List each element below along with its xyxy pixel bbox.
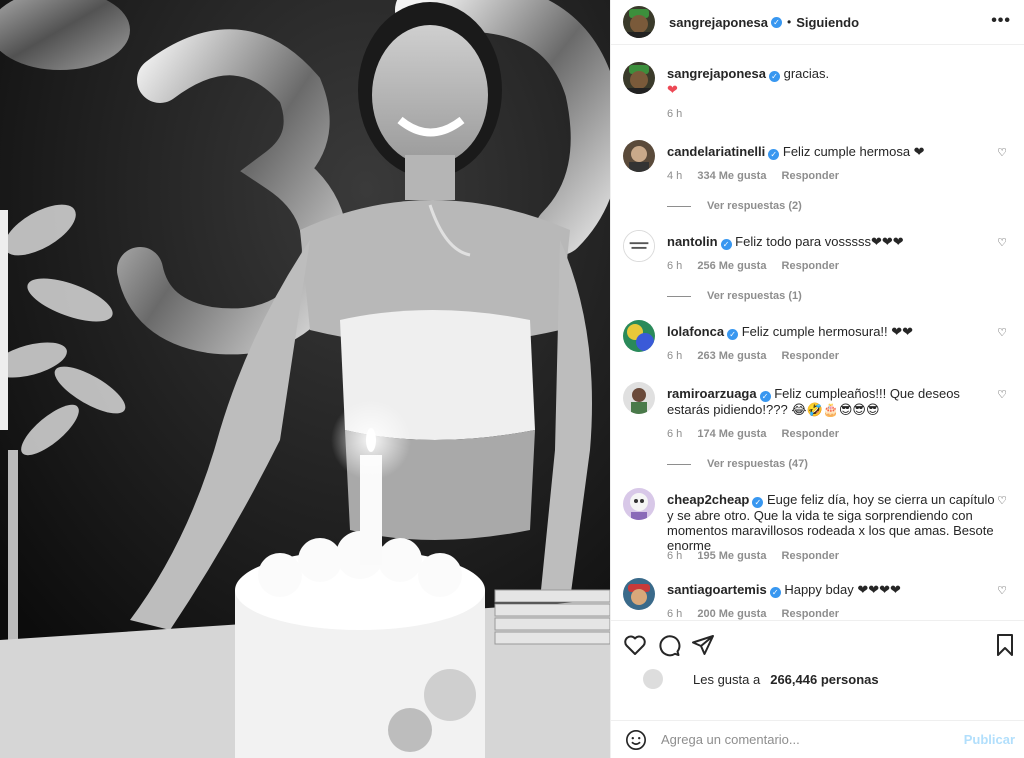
- avatar[interactable]: [623, 382, 655, 414]
- comment-likes[interactable]: 195 Me gusta: [697, 550, 766, 562]
- verified-icon: ✓: [771, 16, 782, 28]
- comment-meta: 6 h 256 Me gusta Responder: [667, 260, 851, 272]
- comment-likes[interactable]: 334 Me gusta: [697, 170, 766, 182]
- comment-body: santiagoartemis ✓ Happy bday ❤❤❤❤: [667, 582, 997, 598]
- birthday-photo-image: [0, 0, 610, 758]
- emoji-smiley-icon[interactable]: [625, 729, 647, 751]
- view-replies-button[interactable]: Ver respuestas (47): [667, 458, 808, 470]
- comment-time[interactable]: 6 h: [667, 608, 682, 620]
- comment-text: Happy bday ❤❤❤❤: [784, 582, 901, 597]
- like-comment-icon[interactable]: ♡: [997, 494, 1007, 507]
- caption-meta: 6 h: [667, 108, 694, 120]
- avatar[interactable]: [623, 578, 655, 610]
- comment-likes[interactable]: 200 Me gusta: [697, 608, 766, 620]
- comment-username[interactable]: cheap2cheap: [667, 492, 749, 507]
- comment-body: lolafonca ✓ Feliz cumple hermosura!! ❤❤: [667, 324, 997, 340]
- like-comment-icon[interactable]: ♡: [997, 146, 1007, 159]
- reply-button[interactable]: Responder: [782, 608, 839, 620]
- replies-line: [667, 205, 691, 207]
- comment-text: Feliz todo para vosssss❤❤❤: [735, 234, 904, 249]
- more-options-icon[interactable]: •••: [991, 12, 1011, 30]
- comment-username[interactable]: ramiroarzuaga: [667, 386, 757, 401]
- replies-line: [667, 295, 691, 297]
- verified-icon: ✓: [759, 391, 771, 402]
- add-comment-bar: Publicar: [611, 720, 1024, 758]
- avatar[interactable]: [623, 140, 655, 172]
- replies-line: [667, 463, 691, 465]
- comment-meta: 6 h 174 Me gusta Responder: [667, 428, 851, 440]
- avatar[interactable]: [623, 6, 655, 38]
- like-heart-icon[interactable]: [623, 633, 647, 657]
- heart-emoji: ❤: [667, 82, 678, 97]
- caption-text: gracias.: [783, 66, 830, 81]
- comment-meta: 6 h 263 Me gusta Responder: [667, 350, 851, 362]
- likes-count[interactable]: 266,446 personas: [770, 672, 878, 687]
- verified-icon: ✓: [752, 497, 764, 508]
- caption-time[interactable]: 6 h: [667, 108, 682, 120]
- publish-button[interactable]: Publicar: [964, 732, 1015, 747]
- verified-icon: ✓: [769, 587, 781, 598]
- view-replies-label: Ver respuestas (2): [707, 200, 802, 212]
- comment-time[interactable]: 6 h: [667, 550, 682, 562]
- comment-text: Feliz cumple hermosura!! ❤❤: [741, 324, 914, 339]
- comment-likes[interactable]: 174 Me gusta: [697, 428, 766, 440]
- comment-body: cheap2cheap ✓ Euge feliz día, hoy se cier…: [667, 492, 997, 553]
- view-replies-label: Ver respuestas (1): [707, 290, 802, 302]
- verified-icon: ✓: [769, 71, 780, 82]
- comment-time[interactable]: 6 h: [667, 428, 682, 440]
- comment-body: ramiroarzuaga ✓ Feliz cumpleaños!!! Que d…: [667, 386, 997, 417]
- comment-meta: 6 h 200 Me gusta Responder: [667, 608, 851, 620]
- like-comment-icon[interactable]: ♡: [997, 236, 1007, 249]
- comment-likes[interactable]: 256 Me gusta: [697, 260, 766, 272]
- verified-icon: ✓: [720, 239, 732, 250]
- comment-body: nantolin ✓ Feliz todo para vosssss❤❤❤: [667, 234, 997, 250]
- share-send-icon[interactable]: [691, 633, 715, 657]
- verified-icon: ✓: [727, 329, 739, 340]
- avatar[interactable]: [623, 62, 655, 94]
- post-author-username[interactable]: sangrejaponesa: [669, 15, 768, 30]
- comment-input[interactable]: [661, 732, 951, 747]
- separator-dot: •: [787, 15, 792, 29]
- comment-time[interactable]: 6 h: [667, 350, 682, 362]
- comment-username[interactable]: nantolin: [667, 234, 718, 249]
- comment-bubble-icon[interactable]: [657, 633, 681, 657]
- post-actions: Les gusta a 266,446 personas: [611, 620, 1024, 714]
- likes-label: Les gusta a: [693, 671, 761, 687]
- like-comment-icon[interactable]: ♡: [997, 326, 1007, 339]
- liker-avatar: [643, 669, 663, 689]
- reply-button[interactable]: Responder: [782, 428, 839, 440]
- caption-body: sangrejaponesa ✓ gracias. ❤: [667, 66, 997, 97]
- like-comment-icon[interactable]: ♡: [997, 388, 1007, 401]
- view-replies-label: Ver respuestas (47): [707, 458, 808, 470]
- reply-button[interactable]: Responder: [782, 550, 839, 562]
- caption-username[interactable]: sangrejaponesa: [667, 66, 766, 81]
- verified-icon: ✓: [768, 149, 780, 160]
- post-photo[interactable]: [0, 0, 610, 758]
- reply-button[interactable]: Responder: [782, 260, 839, 272]
- comment-meta: 6 h 195 Me gusta Responder: [667, 550, 851, 562]
- avatar[interactable]: [623, 488, 655, 520]
- view-replies-button[interactable]: Ver respuestas (1): [667, 290, 802, 302]
- comment-body: candelariatinelli ✓ Feliz cumple hermosa …: [667, 144, 997, 160]
- like-comment-icon[interactable]: ♡: [997, 584, 1007, 597]
- comment-text: Feliz cumple hermosa ❤: [782, 144, 925, 159]
- post-header: sangrejaponesa ✓ • Siguiendo •••: [611, 0, 1024, 45]
- comment-username[interactable]: santiagoartemis: [667, 582, 767, 597]
- likes-summary[interactable]: Les gusta a 266,446 personas: [643, 669, 879, 689]
- reply-button[interactable]: Responder: [782, 170, 839, 182]
- comment-likes[interactable]: 263 Me gusta: [697, 350, 766, 362]
- save-bookmark-icon[interactable]: [993, 633, 1017, 657]
- post-side-panel: sangrejaponesa ✓ • Siguiendo ••• sangrej…: [610, 0, 1024, 758]
- reply-button[interactable]: Responder: [782, 350, 839, 362]
- avatar[interactable]: [623, 230, 655, 262]
- comment-username[interactable]: candelariatinelli: [667, 144, 765, 159]
- comment-username[interactable]: lolafonca: [667, 324, 724, 339]
- comment-meta: 4 h 334 Me gusta Responder: [667, 170, 851, 182]
- comment-time[interactable]: 4 h: [667, 170, 682, 182]
- view-replies-button[interactable]: Ver respuestas (2): [667, 200, 802, 212]
- avatar[interactable]: [623, 320, 655, 352]
- comments-list[interactable]: sangrejaponesa ✓ gracias. ❤ 6 h candelari…: [611, 46, 1024, 620]
- comment-time[interactable]: 6 h: [667, 260, 682, 272]
- following-button[interactable]: Siguiendo: [796, 15, 859, 30]
